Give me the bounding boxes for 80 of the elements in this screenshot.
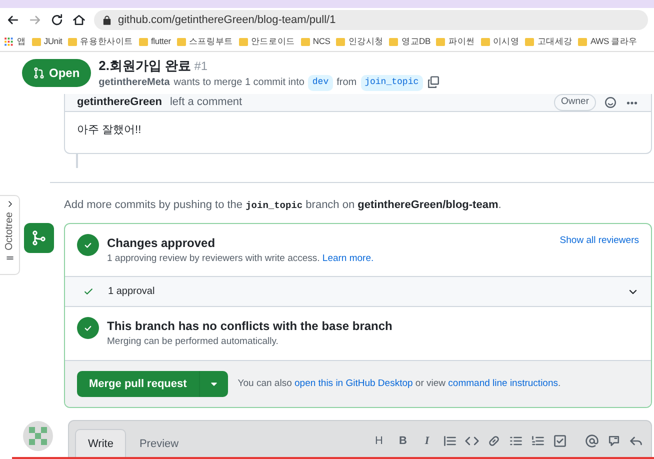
reply-icon[interactable] (629, 434, 643, 448)
folder-icon (578, 38, 588, 46)
dropdown-button[interactable] (198, 370, 228, 397)
branch-icon (31, 230, 47, 246)
bookmark-label[interactable]: NCS (312, 35, 330, 48)
reference-icon[interactable] (607, 434, 621, 448)
address-bar[interactable]: github.com/getinthereGreen/blog-team/pull/1 (94, 10, 648, 30)
instructions-link[interactable]: command line instructions (448, 378, 558, 389)
bookmark-label[interactable]: 유용한사이트 (80, 35, 133, 48)
mention-icon[interactable] (585, 434, 599, 448)
code-icon[interactable] (465, 434, 479, 448)
bookmark-label[interactable]: 고대세강 (537, 35, 572, 48)
quote-icon[interactable] (443, 434, 457, 448)
bookmark-label[interactable]: 인강시청 (348, 35, 384, 48)
bookmark-label[interactable]: 안드로이드 (250, 35, 295, 48)
bulleted-list-icon[interactable] (509, 434, 523, 448)
editor-tab[interactable]: Write (75, 429, 126, 458)
pull-request-icon (33, 67, 45, 79)
format-button[interactable]: B (395, 433, 411, 449)
folder-icon (238, 38, 248, 46)
pr-title: 2.회원가입 완료 (98, 58, 192, 72)
merge-button[interactable]: Merge pull request (77, 370, 199, 397)
grip-icon (6, 254, 14, 262)
avatar (22, 420, 54, 452)
task-list-icon[interactable] (553, 434, 567, 448)
check-icon (83, 286, 94, 298)
show-reviewers-link[interactable]: Show all reviewers (560, 234, 639, 248)
numbered-list-icon[interactable] (531, 434, 545, 448)
status-detail: Merging can be performed automatically. (107, 335, 280, 350)
status-title: This branch has no conflicts with the base branch (107, 318, 394, 336)
from-label: from (336, 76, 357, 90)
bookmark-label[interactable]: 영교DB (401, 35, 430, 48)
bookmark-label[interactable]: flutter (151, 35, 171, 48)
desktop-link[interactable]: open this in GitHub Desktop (294, 378, 413, 389)
bookmark-label[interactable]: 이시영 (492, 35, 520, 48)
comment-author[interactable]: getinthereGreen (77, 94, 162, 111)
status-title: Changes approved (107, 235, 216, 252)
branch-label[interactable]: join_topic (360, 75, 423, 90)
folder-icon (336, 38, 346, 46)
merge-summary: wants to merge 1 commit into (174, 76, 304, 90)
format-button[interactable]: I (419, 433, 435, 449)
chevron-icon[interactable] (6, 200, 14, 208)
bookmark-label[interactable]: JUnit (44, 35, 62, 48)
format-button[interactable]: H (371, 433, 387, 449)
folder-icon (480, 38, 490, 46)
learn-more-link[interactable]: Learn more. (322, 253, 374, 264)
link-icon[interactable] (487, 434, 501, 448)
back-icon[interactable] (6, 13, 20, 27)
state-badge: Open (22, 59, 91, 87)
apps-icon (4, 36, 14, 46)
author-link[interactable]: getinthereMeta (98, 75, 170, 90)
folder-icon (525, 38, 534, 46)
bookmark-label[interactable]: AWS 클라우 (590, 35, 638, 48)
bookmark-label[interactable]: 파이썬 (448, 35, 475, 48)
caret-icon (210, 380, 218, 388)
branch-label[interactable]: dev (308, 75, 333, 90)
comment-action: left a comment (170, 95, 242, 110)
folder-icon (139, 38, 148, 46)
comment-body: 아주 잘했어!! (76, 123, 142, 138)
bookmark-label[interactable]: 스프링부트 (188, 35, 233, 48)
approvals-toggle[interactable]: 1 approval (65, 277, 651, 308)
reload-icon[interactable] (50, 13, 64, 27)
lock-icon (102, 15, 112, 25)
repo-link[interactable]: getinthereGreen/blog-team (358, 198, 498, 210)
folder-icon (68, 38, 78, 46)
smiley-icon[interactable] (604, 96, 617, 109)
status-detail: 1 approving review by reviewers with write access. Learn more. (107, 252, 375, 266)
folder-icon (32, 38, 41, 46)
bookmark-label[interactable]: 앱 (17, 35, 26, 48)
pr-number: #1 (194, 58, 208, 72)
folder-icon (436, 38, 446, 46)
owner-label: Owner (554, 94, 596, 111)
folder-icon (300, 38, 310, 46)
home-icon[interactable] (72, 13, 86, 27)
folder-icon (176, 38, 186, 46)
editor-tab[interactable]: Preview (126, 429, 192, 458)
copy-icon[interactable] (426, 76, 440, 90)
folder-icon (389, 38, 398, 46)
merge-hint: You can also open this in GitHub Desktop or view command line instructions. (238, 376, 561, 391)
push-hint: Add more commits by pushing to the join_topic branch on getinthereGreen/blog-team. (64, 198, 502, 212)
